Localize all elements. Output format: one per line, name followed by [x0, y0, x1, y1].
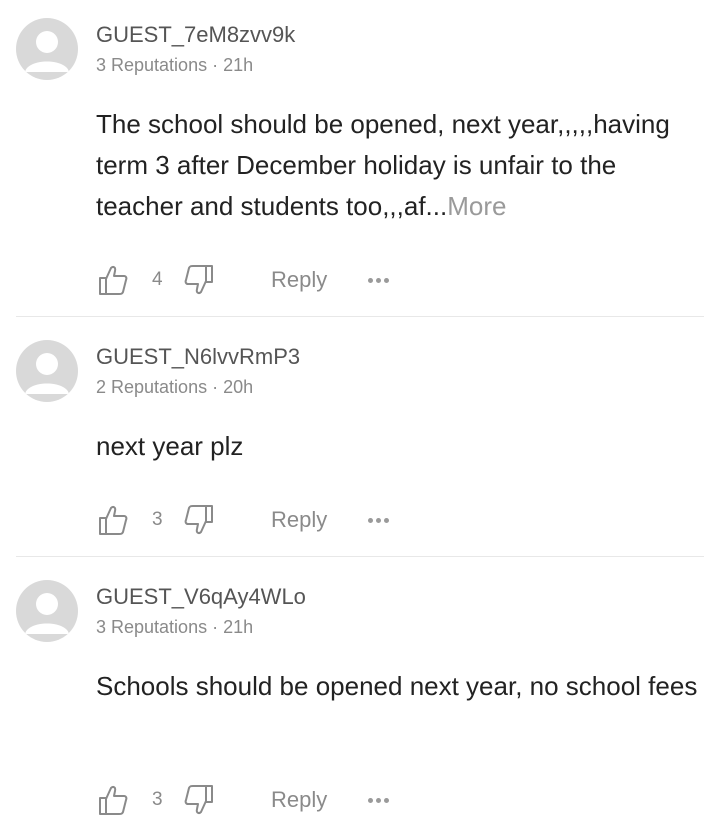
divider	[16, 556, 704, 557]
more-options-icon[interactable]	[368, 502, 389, 538]
comment-actions: 3 Reply	[96, 782, 416, 818]
like-count: 4	[152, 269, 163, 290]
thumbs-down-icon[interactable]	[184, 502, 214, 538]
username[interactable]: GUEST_V6qAy4WLo	[96, 584, 306, 610]
more-options-icon[interactable]	[368, 782, 389, 818]
more-options-icon[interactable]	[368, 262, 389, 298]
user-avatar-icon[interactable]	[16, 580, 78, 642]
comment-item: GUEST_7eM8zvv9k 3 Reputations · 21h The …	[0, 18, 720, 308]
comment-text: Schools should be opened next year, no s…	[96, 671, 698, 701]
like-count: 3	[152, 509, 163, 530]
comment-text: The school should be opened, next year,,…	[96, 104, 702, 227]
user-avatar-icon[interactable]	[16, 18, 78, 80]
comment-item: GUEST_V6qAy4WLo 3 Reputations · 21h Scho…	[0, 580, 720, 820]
comment-text: next year plz	[96, 431, 244, 461]
reply-button[interactable]: Reply	[271, 782, 327, 818]
like-count: 3	[152, 789, 163, 810]
username[interactable]: GUEST_N6lvvRmP3	[96, 344, 300, 370]
thumbs-up-icon[interactable]	[98, 502, 128, 538]
comment-body: The school should be opened, next year,,…	[96, 109, 670, 221]
thumbs-down-icon[interactable]	[184, 782, 214, 818]
user-avatar-icon[interactable]	[16, 340, 78, 402]
divider	[16, 316, 704, 317]
thumbs-up-icon[interactable]	[98, 782, 128, 818]
reply-button[interactable]: Reply	[271, 502, 327, 538]
comment-item: GUEST_N6lvvRmP3 2 Reputations · 20h next…	[0, 340, 720, 550]
reputation-time: 3 Reputations · 21h	[96, 617, 254, 637]
comment-actions: 4 Reply	[96, 262, 416, 298]
username[interactable]: GUEST_7eM8zvv9k	[96, 22, 295, 48]
reputation-time: 2 Reputations · 20h	[96, 377, 254, 397]
thumbs-up-icon[interactable]	[98, 262, 128, 298]
more-link[interactable]: More	[447, 191, 506, 221]
reply-button[interactable]: Reply	[271, 262, 327, 298]
comment-actions: 3 Reply	[96, 502, 416, 538]
reputation-time: 3 Reputations · 21h	[96, 55, 254, 75]
thumbs-down-icon[interactable]	[184, 262, 214, 298]
